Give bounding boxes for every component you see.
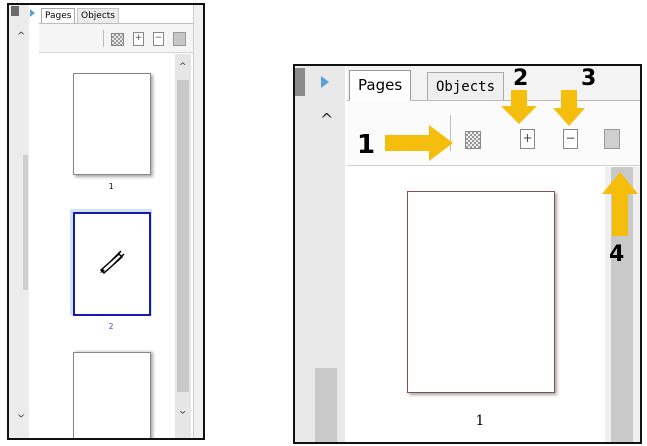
page-thumbnail-2[interactable] <box>73 212 151 316</box>
right-screenshot: ^ Pages Objects + − 1 1 2 3 4 <box>293 64 642 444</box>
expand-arrow-icon[interactable] <box>30 9 35 17</box>
delete-page-icon[interactable]: − <box>153 32 164 46</box>
insert-page-icon[interactable]: + <box>520 129 535 149</box>
down-arrow-icon[interactable]: ^ <box>17 407 25 418</box>
callout-label-3: 3 <box>581 66 597 91</box>
callout-label-4: 4 <box>609 242 625 267</box>
callout-label-2: 2 <box>513 66 529 91</box>
left-screenshot: ^ ^ Pages Objects + − 1 2 ^ ^ <box>7 3 205 440</box>
tab-pages[interactable]: Pages <box>41 8 76 23</box>
page-settings-icon[interactable] <box>604 129 620 149</box>
tab-pages[interactable]: Pages <box>349 70 412 101</box>
page-number-2: 2 <box>108 322 114 331</box>
up-arrow-icon[interactable]: ^ <box>17 31 25 42</box>
tab-bar: Pages Objects <box>39 5 203 24</box>
arrow-3-icon <box>553 90 585 126</box>
scroll-up-icon[interactable]: ^ <box>179 62 187 72</box>
expand-arrow-icon[interactable] <box>321 76 329 88</box>
toolbar-divider <box>103 30 104 47</box>
left-gutter: ^ ^ <box>9 5 29 438</box>
delete-page-icon[interactable]: − <box>563 129 578 149</box>
page-thumbnail-1[interactable] <box>73 73 151 175</box>
scroll-down-icon[interactable]: ^ <box>179 404 187 414</box>
pen-drawing-icon <box>99 250 125 275</box>
page-number-1: 1 <box>108 182 114 191</box>
toolbar: + − <box>39 24 203 53</box>
gutter-scroll-thumb[interactable] <box>23 155 28 290</box>
left-gutter: ^ <box>295 66 345 442</box>
callout-label-1: 1 <box>357 130 376 160</box>
arrow-4-icon <box>602 172 638 236</box>
ruler-edge <box>193 5 203 438</box>
page-thumbnail-3[interactable] <box>73 352 151 438</box>
insert-page-icon[interactable]: + <box>133 32 144 46</box>
page-thumbnail-1[interactable] <box>407 191 555 393</box>
page-number-1: 1 <box>475 413 485 429</box>
checkerboard-icon[interactable] <box>111 33 124 46</box>
checkerboard-icon[interactable] <box>465 131 481 149</box>
grip-icon <box>295 68 305 96</box>
gutter-scroll-thumb[interactable] <box>315 368 337 442</box>
page-thumbnail-list: 1 2 <box>39 54 175 438</box>
arrow-1-icon <box>385 125 453 161</box>
tab-objects[interactable]: Objects <box>427 72 505 100</box>
up-arrow-icon[interactable]: ^ <box>320 110 333 129</box>
scroll-thumb[interactable] <box>177 80 189 392</box>
page-thumbnail-list: 1 <box>347 167 603 442</box>
arrow-2-icon <box>501 90 537 124</box>
thumbnail-scrollbar[interactable]: ^ ^ <box>175 54 191 438</box>
grip-icon <box>11 6 19 16</box>
page-settings-icon[interactable] <box>173 32 186 46</box>
tab-objects[interactable]: Objects <box>77 8 120 23</box>
